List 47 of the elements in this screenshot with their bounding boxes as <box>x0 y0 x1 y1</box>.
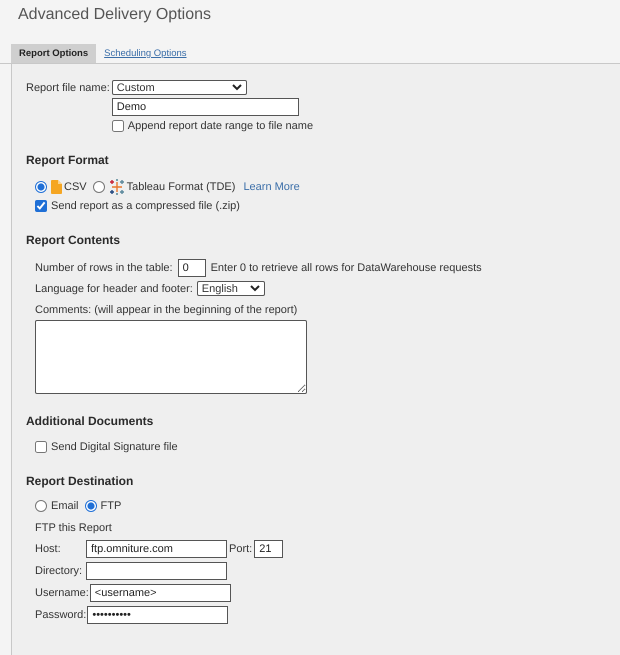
text-field[interactable]: <username> <box>90 584 231 602</box>
radio-label: FTP <box>100 500 122 512</box>
text-field[interactable]: •••••••••• <box>87 606 228 624</box>
radio-button[interactable] <box>84 500 97 512</box>
radio-button[interactable] <box>35 500 47 512</box>
radio-label: Email <box>51 500 79 512</box>
checkbox-label: Append report date range to file name <box>128 120 314 132</box>
section-heading: Report Format <box>26 153 110 167</box>
file-name-dropdown[interactable]: Custom <box>112 80 247 95</box>
page-title: Advanced Delivery Options <box>17 5 212 25</box>
comments-field[interactable] <box>35 320 307 394</box>
field-label: Language for header and footer: <box>35 282 193 294</box>
field-label: Directory: <box>35 565 84 577</box>
field-label: Port: <box>229 543 252 555</box>
language-dropdown[interactable]: English <box>196 281 265 296</box>
checkbox-label: Send report as a compressed file (.zip) <box>51 200 240 212</box>
chevron-icon <box>250 285 260 292</box>
text-field[interactable] <box>86 562 227 580</box>
section-heading: Report Destination <box>26 474 134 488</box>
checkbox-label: Send Digital Signature file <box>51 441 178 453</box>
learn-more-link[interactable]: Learn More <box>243 181 300 193</box>
tab[interactable]: Scheduling Options <box>96 44 195 63</box>
file-name-field[interactable]: Demo <box>112 98 299 116</box>
chevron-icon <box>232 84 242 91</box>
field-label: Host: <box>35 543 62 555</box>
radio-label: CSV <box>64 181 87 193</box>
radio-label: Tableau Format (TDE) <box>126 181 236 193</box>
field-label: Password: <box>35 609 86 621</box>
field-label: Comments: (will appear in the beginning of the report) <box>35 304 298 316</box>
radio-button[interactable] <box>35 181 47 193</box>
hint-text: Enter 0 to retrieve all rows for DataWarehouse requests <box>210 262 482 274</box>
document-icon <box>51 180 62 194</box>
section-heading: Additional Documents <box>26 414 154 428</box>
field-label: Username: <box>35 587 89 599</box>
subheading: FTP this Report <box>35 522 113 534</box>
checkbox[interactable] <box>35 200 47 212</box>
tab[interactable]: Report Options <box>11 44 96 63</box>
rows-field[interactable]: 0 <box>178 259 206 277</box>
radio-button[interactable] <box>92 181 105 193</box>
section-heading: Report Contents <box>26 233 121 247</box>
text-field[interactable]: ftp.omniture.com <box>86 540 227 558</box>
cross-cluster-icon <box>108 179 125 195</box>
checkbox[interactable] <box>35 441 47 453</box>
field-label: Report file name: <box>26 81 110 96</box>
checkbox[interactable] <box>112 120 124 132</box>
field-label: Number of rows in the table: <box>35 262 173 274</box>
port-field[interactable]: 21 <box>254 540 284 558</box>
